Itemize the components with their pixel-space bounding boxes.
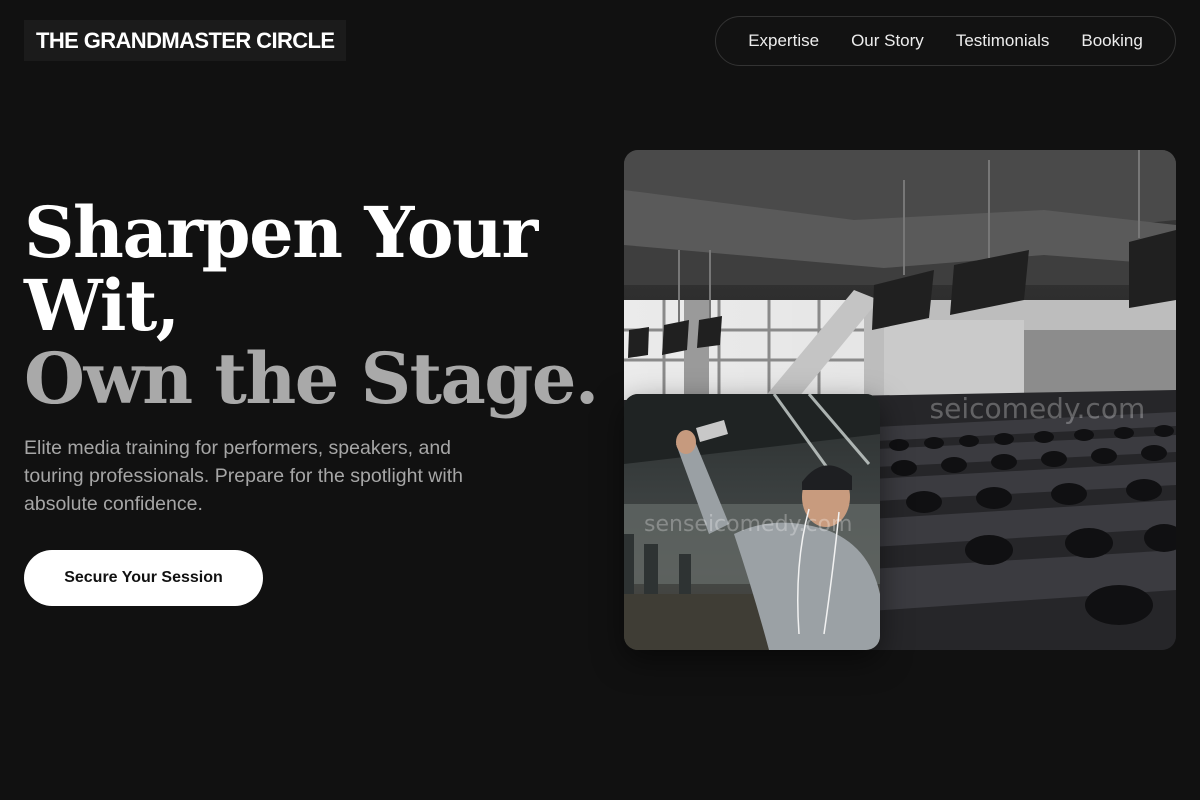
landing-page: THE GRANDMASTER CIRCLE Expertise Our Sto… <box>0 0 1200 800</box>
selfie-performer-illustration <box>624 394 880 650</box>
hero-title-line-2: Wit, <box>24 264 180 347</box>
hero-title-line-3: Own the Stage. <box>24 337 599 420</box>
nav-link-expertise[interactable]: Expertise <box>732 31 835 51</box>
hero-subtitle: Elite media training for performers, spe… <box>24 437 463 515</box>
brand-logo[interactable]: THE GRANDMASTER CIRCLE <box>24 20 347 61</box>
nav-link-booking[interactable]: Booking <box>1065 31 1158 51</box>
hero-title: Sharpen Your Wit, Own the Stage. <box>24 191 599 420</box>
main-nav: Expertise Our Story Testimonials Booking <box>715 16 1176 66</box>
hero-title-line-1: Sharpen Your <box>24 191 538 274</box>
nav-link-our-story[interactable]: Our Story <box>835 31 940 51</box>
secure-session-button[interactable]: Secure Your Session <box>24 550 263 606</box>
selfie-performer-photo <box>624 394 880 650</box>
nav-link-testimonials[interactable]: Testimonials <box>940 31 1066 51</box>
